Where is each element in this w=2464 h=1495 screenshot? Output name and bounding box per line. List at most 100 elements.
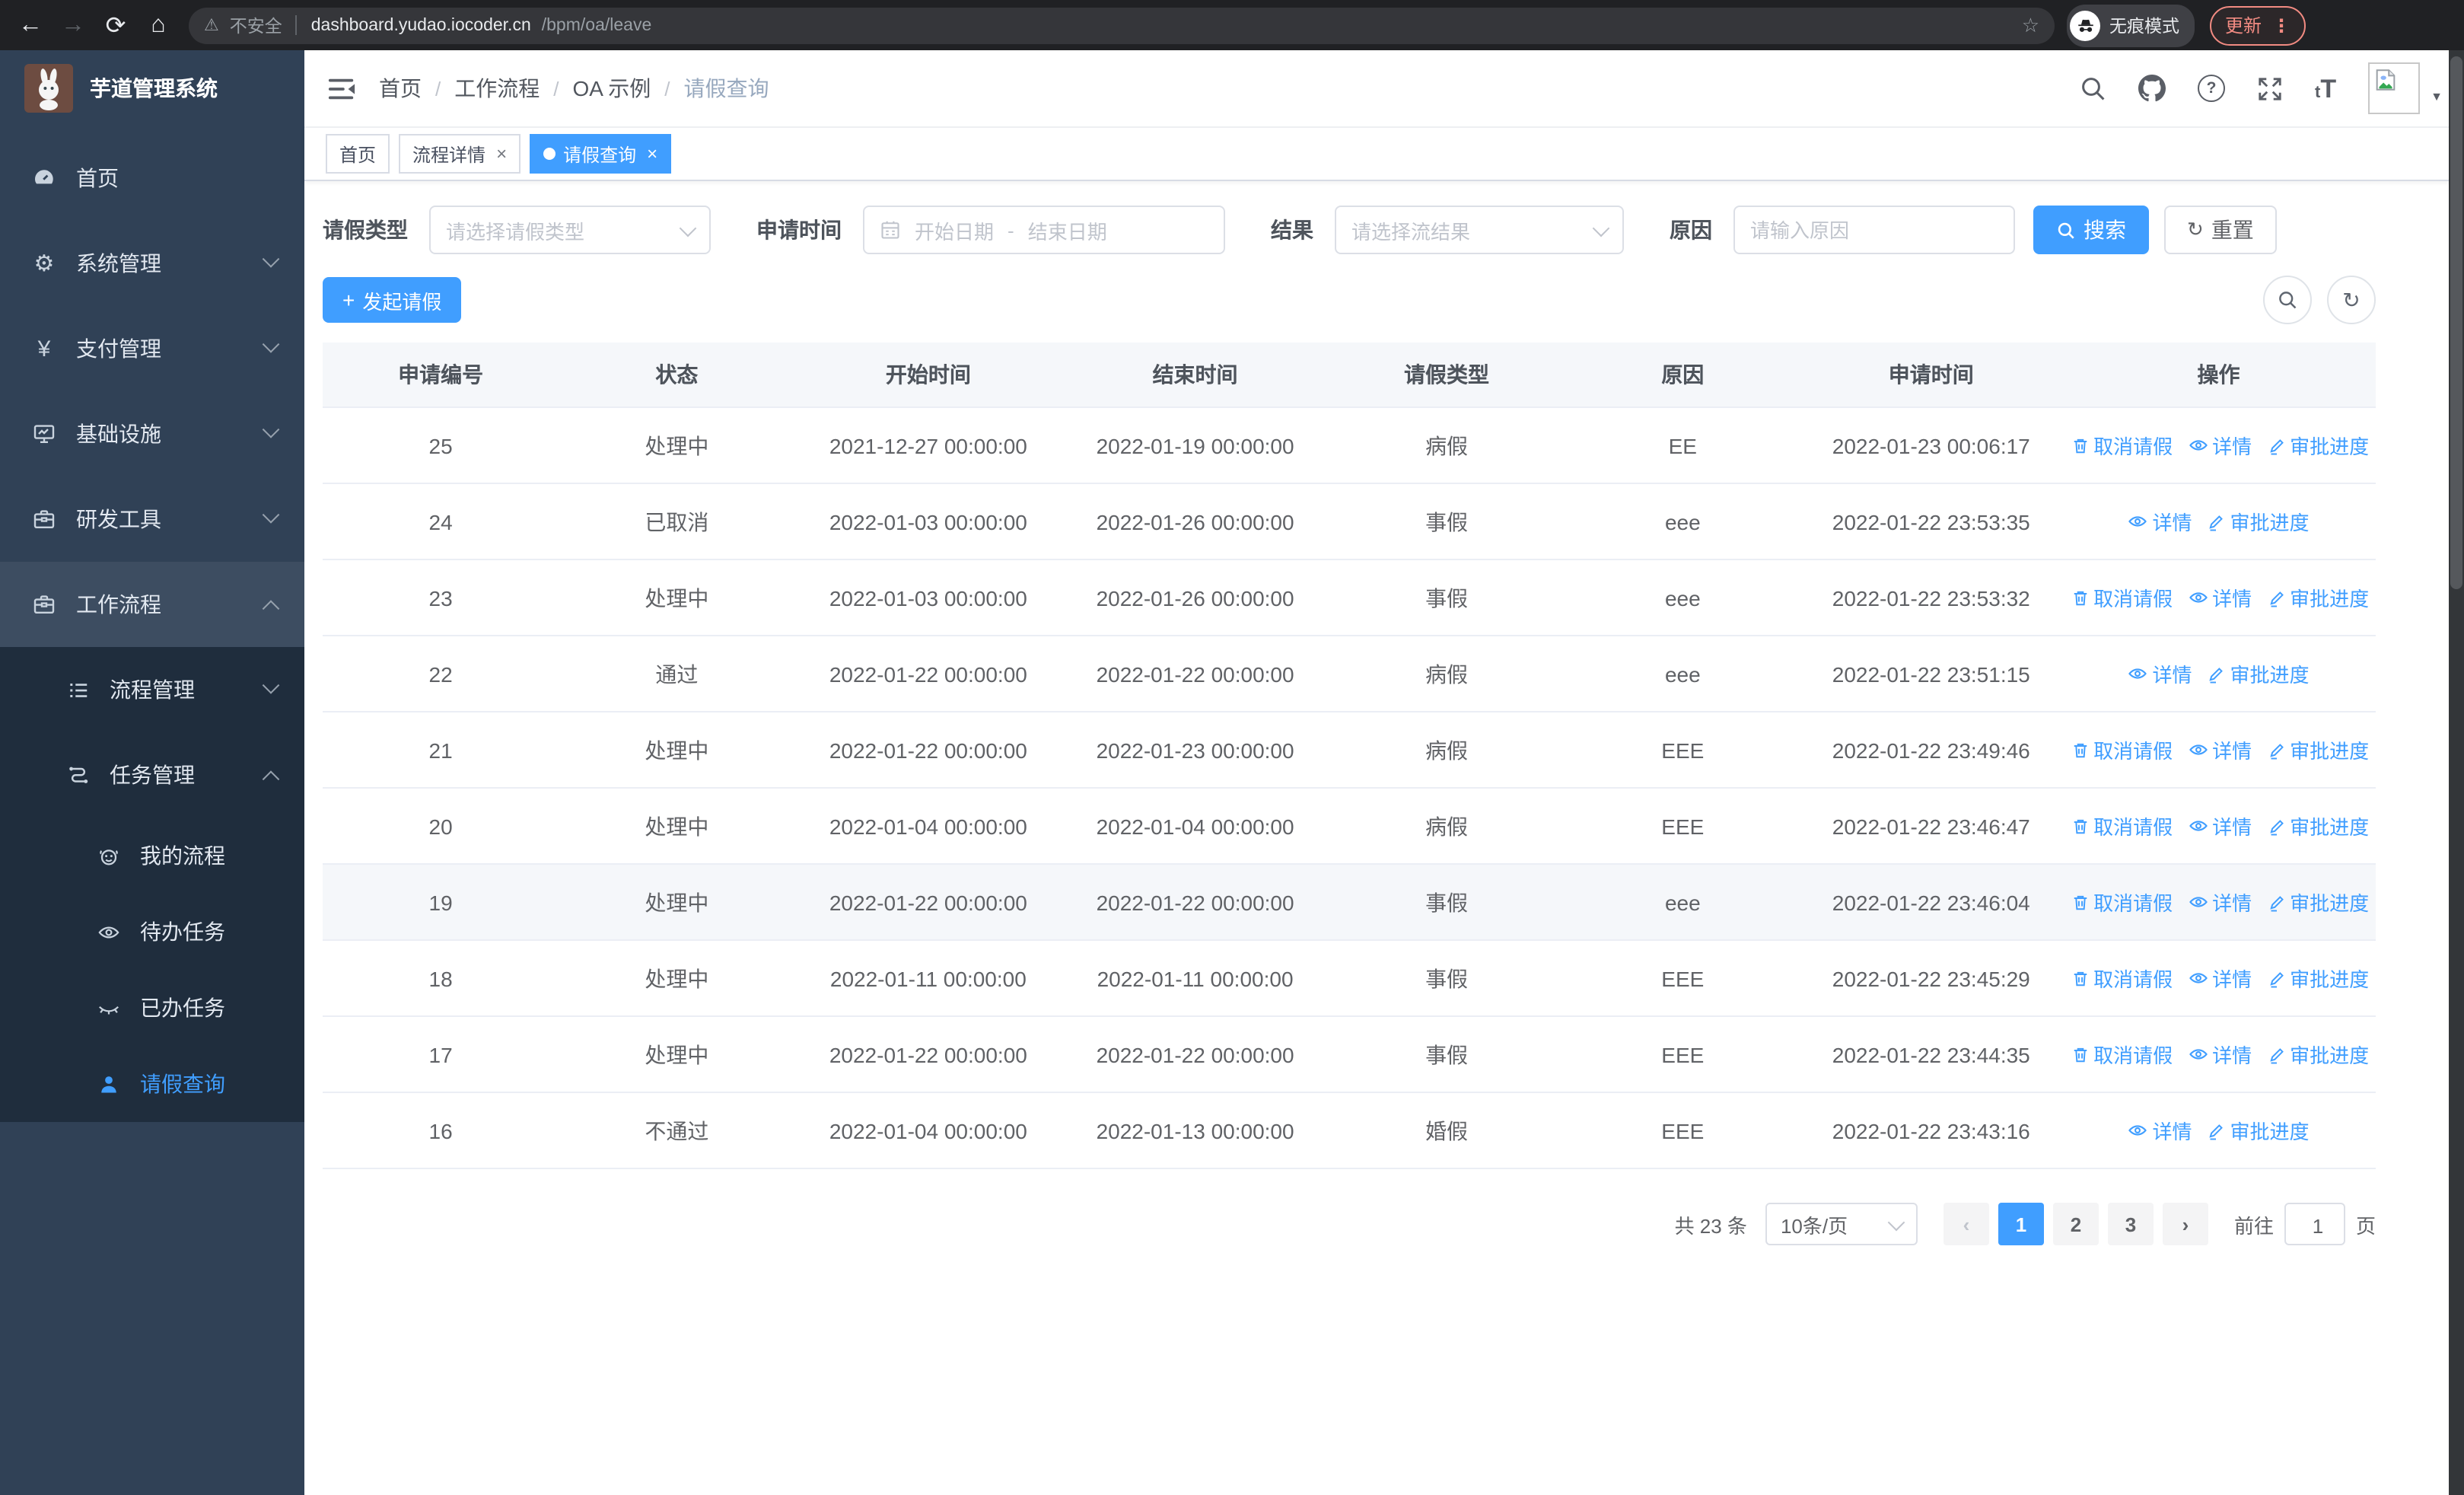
action-detail-link[interactable]: 详情 [2188, 735, 2252, 764]
incognito-icon [2070, 10, 2100, 40]
scrollbar-thumb[interactable] [2450, 56, 2462, 589]
tab-home[interactable]: 首页 [326, 134, 390, 174]
sidebar-item-payment[interactable]: ¥ 支付管理 [0, 306, 304, 391]
reason-input[interactable] [1750, 218, 1998, 241]
tab-process-detail[interactable]: 流程详情 × [399, 134, 521, 174]
sidebar-item-todo-tasks[interactable]: 待办任务 [0, 894, 304, 970]
close-icon[interactable]: × [496, 145, 507, 163]
search-icon[interactable] [2079, 75, 2106, 102]
browser-menu-icon[interactable]: ⋮ [2272, 14, 2291, 36]
col-header-actions: 操作 [2061, 343, 2376, 408]
action-progress-link[interactable]: 审批进度 [2267, 584, 2369, 613]
page-scrollbar[interactable] [2449, 50, 2464, 1495]
action-cancel-link[interactable]: 取消请假 [2071, 584, 2173, 613]
sidebar-item-workflow[interactable]: 工作流程 [0, 562, 304, 647]
action-progress-link[interactable]: 审批进度 [2208, 660, 2310, 689]
breadcrumb-item[interactable]: 工作流程 [454, 73, 540, 104]
action-cancel-link[interactable]: 取消请假 [2071, 736, 2173, 765]
sidebar-item-system[interactable]: ⚙ 系统管理 [0, 221, 304, 306]
cell-type: 事假 [1328, 864, 1565, 941]
sidebar-item-done-tasks[interactable]: 已办任务 [0, 970, 304, 1046]
action-cancel-link[interactable]: 取消请假 [2071, 812, 2173, 841]
breadcrumb-item[interactable]: OA 示例 [573, 73, 651, 104]
create-leave-button[interactable]: + 发起请假 [323, 277, 462, 323]
action-progress-link[interactable]: 审批进度 [2267, 964, 2369, 993]
action-label: 详情 [2212, 1044, 2252, 1067]
action-cancel-link[interactable]: 取消请假 [2071, 964, 2173, 993]
help-icon[interactable]: ? [2198, 75, 2226, 102]
action-detail-link[interactable]: 详情 [2188, 1040, 2252, 1069]
refresh-icon: ↻ [2187, 218, 2204, 241]
action-progress-link[interactable]: 审批进度 [2267, 1041, 2369, 1069]
app-logo-row[interactable]: 芋道管理系统 [0, 50, 304, 126]
prev-page-button[interactable]: ‹ [1943, 1203, 1989, 1245]
leave-type-select[interactable]: 请选择请假类型 [429, 206, 711, 254]
table-row: 21 处理中 2022-01-22 00:00:00 2022-01-23 00:00… [323, 712, 2376, 789]
page-size-select[interactable]: 10条/页 [1765, 1203, 1918, 1245]
bookmark-star-icon[interactable]: ☆ [2022, 13, 2039, 37]
page-button-1[interactable]: 1 [1998, 1203, 2044, 1245]
action-detail-link[interactable]: 详情 [2128, 659, 2192, 688]
action-detail-link[interactable]: 详情 [2188, 964, 2252, 993]
sidebar-item-task-mgmt[interactable]: 任务管理 [0, 732, 304, 818]
user-menu[interactable]: ▼ [2368, 62, 2443, 114]
cell-applied: 2022-01-22 23:44:35 [1800, 1016, 2062, 1093]
table-search-toggle-button[interactable] [2263, 276, 2312, 324]
action-progress-link[interactable]: 审批进度 [2208, 1117, 2310, 1146]
sidebar-item-process-mgmt[interactable]: 流程管理 [0, 647, 304, 732]
next-page-button[interactable]: › [2162, 1203, 2208, 1245]
row-actions: 取消请假 详情 审批进度 [2061, 788, 2376, 865]
action-detail-link[interactable]: 详情 [2188, 811, 2252, 840]
github-icon[interactable] [2138, 75, 2166, 102]
action-label: 审批进度 [2290, 588, 2370, 611]
date-range-picker[interactable]: 开始日期 - 结束日期 [863, 206, 1225, 254]
action-progress-link[interactable]: 审批进度 [2208, 508, 2310, 537]
browser-back-icon[interactable]: ← [12, 7, 49, 43]
row-actions: 详情 审批进度 [2061, 1092, 2376, 1169]
filter-form: 请假类型 请选择请假类型 申请时间 开始日期 - 结束日期 结果 请选择流结果 … [323, 206, 2376, 254]
cell-start: 2022-01-04 00:00:00 [794, 1092, 1062, 1169]
action-cancel-link[interactable]: 取消请假 [2071, 432, 2173, 461]
sidebar-item-infrastructure[interactable]: 基础设施 [0, 391, 304, 477]
action-detail-link[interactable]: 详情 [2188, 431, 2252, 460]
browser-home-icon[interactable]: ⌂ [140, 7, 177, 43]
action-detail-link[interactable]: 详情 [2128, 507, 2192, 536]
security-label[interactable]: 不安全 [230, 13, 282, 37]
browser-reload-icon[interactable]: ⟳ [97, 7, 134, 43]
action-detail-link[interactable]: 详情 [2188, 583, 2252, 612]
goto-page-input[interactable] [2285, 1204, 2350, 1247]
page-button-3[interactable]: 3 [2107, 1203, 2154, 1245]
reset-button[interactable]: ↻ 重置 [2164, 206, 2277, 254]
tab-leave-query[interactable]: 请假查询 × [530, 134, 672, 174]
font-size-icon[interactable]: tT [2315, 75, 2336, 101]
browser-forward-icon[interactable]: → [55, 7, 91, 43]
table-refresh-button[interactable]: ↻ [2327, 276, 2376, 324]
sidebar-toggle-button[interactable] [304, 50, 379, 126]
eye-icon [2189, 744, 2207, 755]
page-button-2[interactable]: 2 [2052, 1203, 2099, 1245]
action-progress-link[interactable]: 审批进度 [2267, 888, 2369, 917]
sidebar-item-leave-query[interactable]: 请假查询 [0, 1046, 304, 1122]
sidebar-item-devtools[interactable]: 研发工具 [0, 477, 304, 562]
action-cancel-link[interactable]: 取消请假 [2071, 1041, 2173, 1069]
action-progress-link[interactable]: 审批进度 [2267, 432, 2369, 461]
eye-icon [2189, 896, 2207, 907]
sidebar-item-home[interactable]: 首页 [0, 135, 304, 221]
close-icon[interactable]: × [647, 145, 657, 163]
action-progress-link[interactable]: 审批进度 [2267, 812, 2369, 841]
breadcrumb-separator: / [435, 77, 441, 100]
action-cancel-link[interactable]: 取消请假 [2071, 888, 2173, 917]
search-button[interactable]: 搜索 [2033, 206, 2149, 254]
sidebar-item-my-process[interactable]: 我的流程 [0, 818, 304, 894]
pen-icon [2269, 971, 2284, 987]
cell-status: 处理中 [559, 864, 795, 941]
fullscreen-icon[interactable] [2257, 75, 2283, 101]
action-progress-link[interactable]: 审批进度 [2267, 736, 2369, 765]
cell-start: 2022-01-04 00:00:00 [794, 788, 1062, 865]
action-detail-link[interactable]: 详情 [2128, 1116, 2192, 1145]
breadcrumb-item[interactable]: 首页 [379, 73, 422, 104]
action-detail-link[interactable]: 详情 [2188, 888, 2252, 916]
address-bar[interactable]: ⚠ 不安全 dashboard.yudao.iocoder.cn/bpm/oa/… [189, 7, 2055, 43]
browser-update-button[interactable]: 更新 ⋮ [2210, 5, 2306, 45]
result-select[interactable]: 请选择流结果 [1335, 206, 1624, 254]
